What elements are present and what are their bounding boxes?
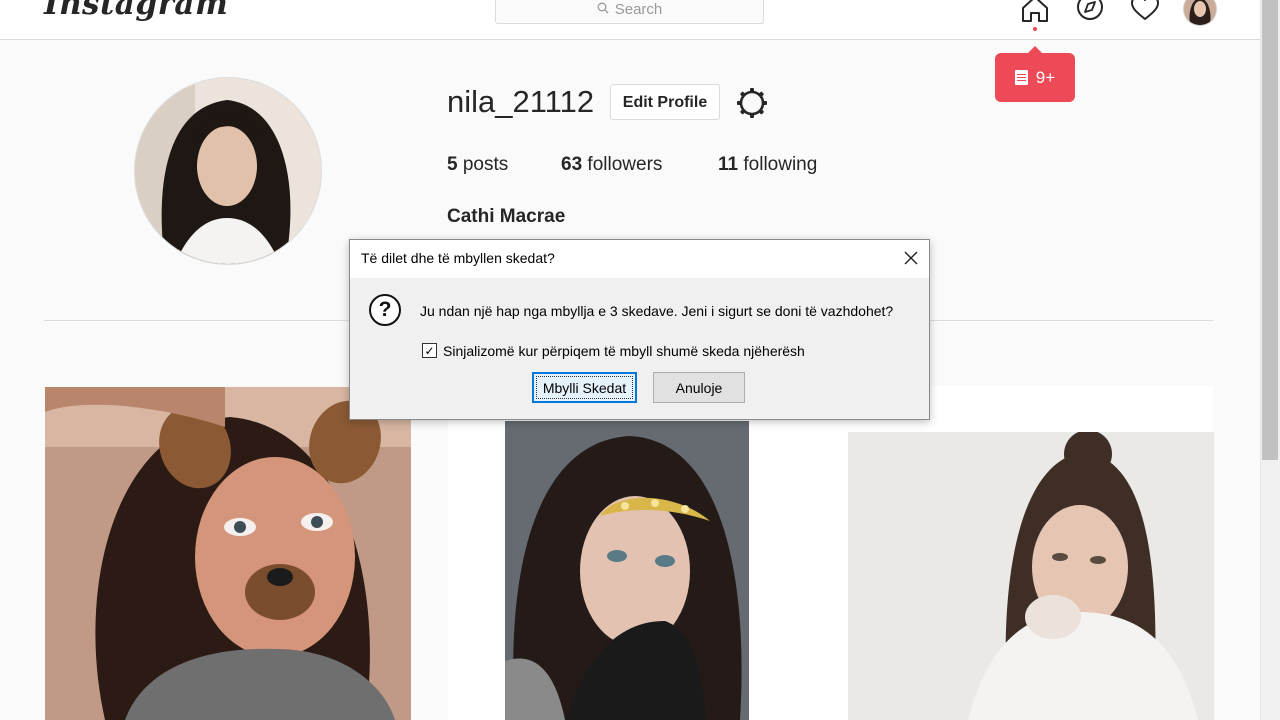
heart-icon[interactable] [1130,0,1160,24]
dialog-title: Të dilet dhe të mbyllen skedat? [361,250,555,266]
following-label: following [743,154,818,175]
close-tabs-dialog: Të dilet dhe të mbyllen skedat? ? Ju nda… [349,239,930,420]
home-icon[interactable] [1020,0,1050,24]
search-icon [597,1,609,18]
profile-full-name: Cathi Macrae [447,206,566,227]
activity-dot [1033,27,1037,31]
following-stat[interactable]: 11 following [718,154,817,176]
question-icon: ? [369,294,401,326]
top-navbar: Instagram Search [0,0,1260,40]
post-thumbnail[interactable] [848,432,1214,720]
posts-stat[interactable]: 5 posts [447,154,508,176]
dialog-titlebar[interactable]: Të dilet dhe të mbyllen skedat? [350,240,929,278]
followers-label: followers [587,154,663,175]
gear-icon[interactable] [735,86,769,120]
close-tabs-button[interactable]: Mbylli Skedat [532,372,637,403]
notification-badge[interactable]: 9+ [995,46,1075,102]
following-count: 11 [718,154,739,175]
profile-picture[interactable] [134,77,322,265]
instagram-logo[interactable]: Instagram [44,0,228,22]
close-icon[interactable] [898,245,924,271]
notification-count: 9+ [1035,67,1056,87]
post-thumbnail[interactable] [45,387,411,720]
cancel-button[interactable]: Anuloje [653,372,745,403]
avatar[interactable] [1183,0,1217,26]
followers-stat[interactable]: 63 followers [561,154,662,176]
followers-count: 63 [561,154,583,175]
dialog-message: Ju ndan një hap nga mbyllja e 3 skedave.… [420,303,894,319]
notification-icon [1014,70,1028,85]
posts-label: posts [462,154,509,175]
edit-profile-button[interactable]: Edit Profile [610,84,720,120]
warn-checkbox-label[interactable]: Sinjalizomë kur përpiqem të mbyll shumë … [443,343,805,359]
explore-icon[interactable] [1075,0,1105,24]
search-placeholder: Search [614,0,663,18]
profile-username: nila_21112 [447,84,595,119]
post-thumbnail[interactable] [505,421,749,720]
scrollbar-thumb[interactable] [1262,0,1278,460]
search-input[interactable]: Search [495,0,764,24]
warn-checkbox[interactable]: ✓ [422,343,437,358]
posts-count: 5 [447,154,458,175]
